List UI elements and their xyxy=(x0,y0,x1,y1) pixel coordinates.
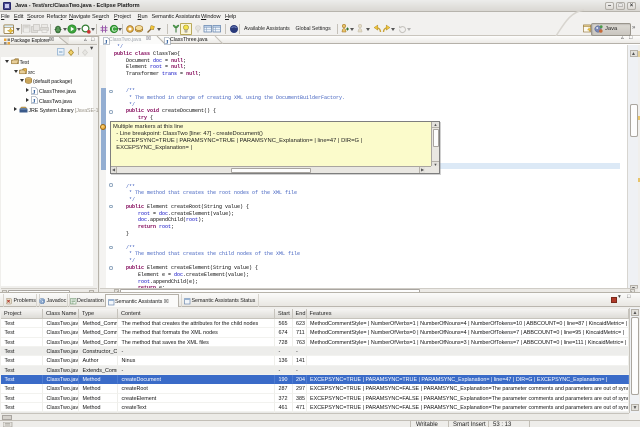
svg-text:@: @ xyxy=(40,299,46,305)
svg-text:C: C xyxy=(112,26,117,33)
